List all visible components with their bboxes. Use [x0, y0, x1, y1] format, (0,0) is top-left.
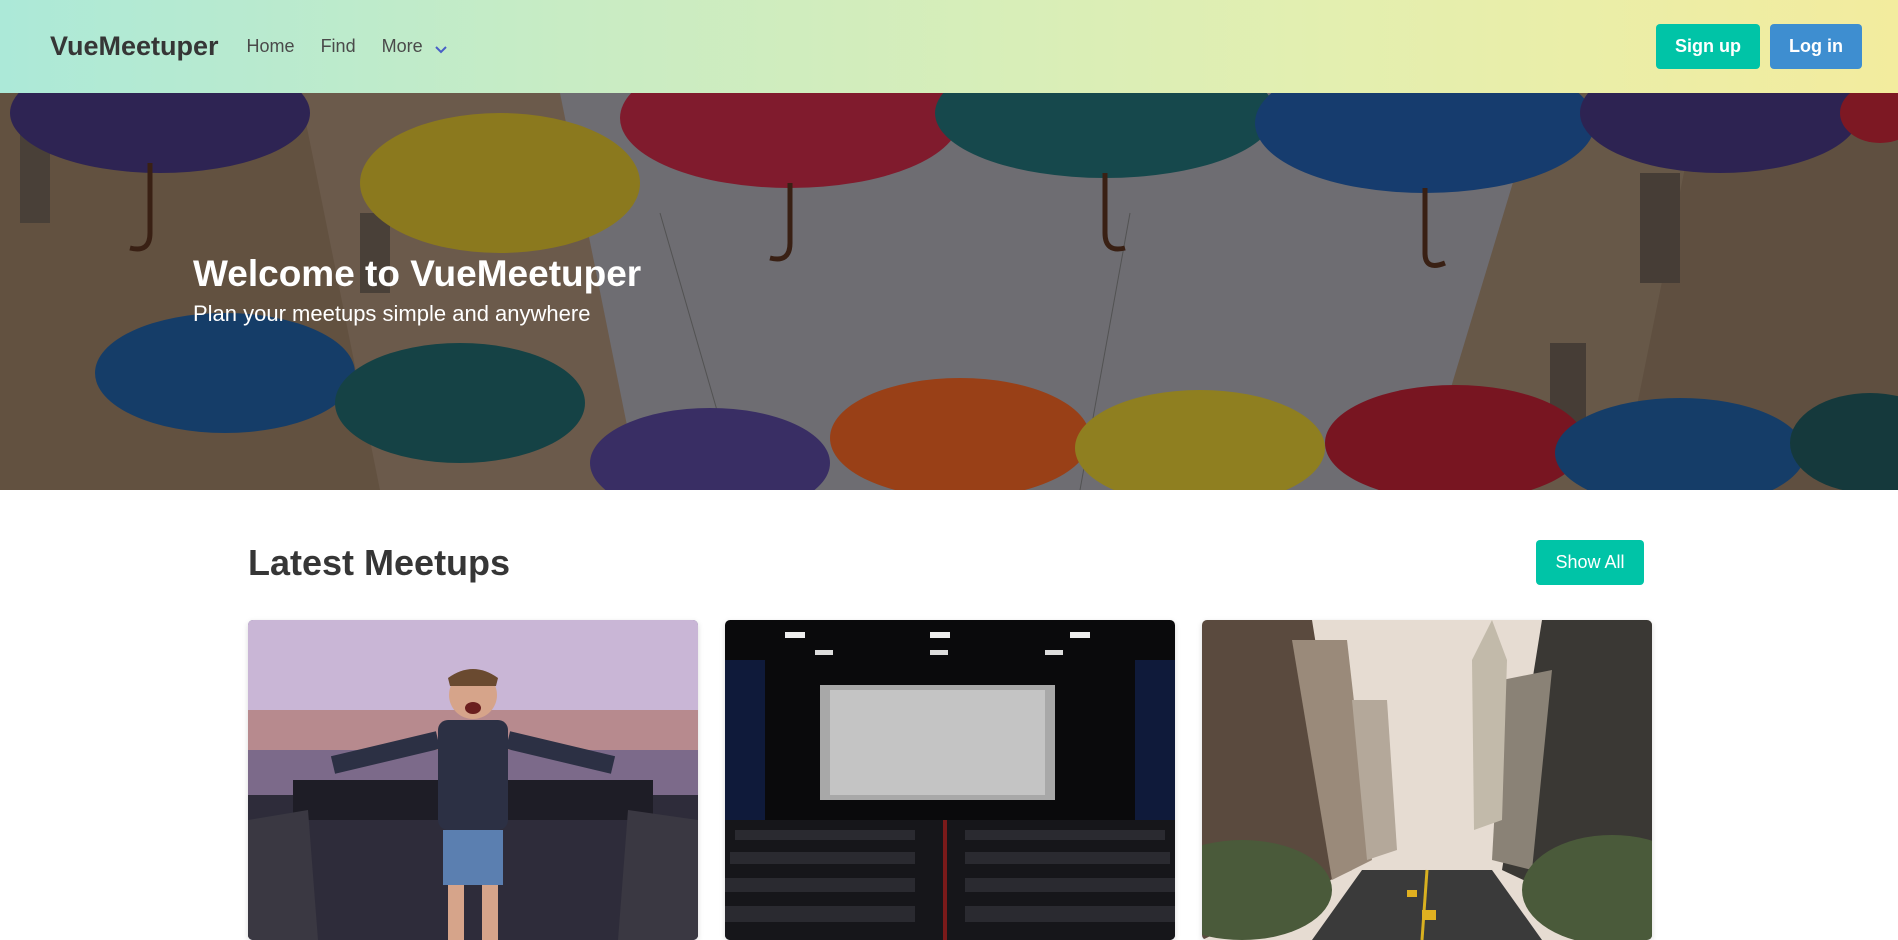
nav-home-link[interactable]: Home	[247, 36, 295, 57]
hero-subtitle: Plan your meetups simple and anywhere	[193, 301, 591, 326]
top-navbar: VueMeetuper Home Find More Sign up Log i…	[0, 0, 1898, 93]
hero-banner: Welcome to VueMeetuper Plan your meetups…	[0, 93, 1898, 490]
meetup-card[interactable]	[248, 620, 698, 940]
latest-meetups-header: Latest Meetups Show All	[248, 540, 1644, 585]
nav-more-label: More	[381, 36, 423, 56]
meetup-card[interactable]	[1202, 620, 1652, 940]
login-button[interactable]: Log in	[1770, 24, 1862, 69]
dj-concert-photo	[248, 620, 698, 940]
signup-button[interactable]: Sign up	[1656, 24, 1760, 69]
brand-logo[interactable]: VueMeetuper	[50, 31, 219, 62]
nav-more-dropdown[interactable]: More	[382, 36, 449, 57]
meetup-cards	[248, 620, 1652, 940]
nav-find-link[interactable]: Find	[321, 36, 356, 57]
hero-title: Welcome to VueMeetuper	[193, 253, 642, 294]
meetup-card[interactable]	[725, 620, 1175, 940]
chevron-down-icon	[434, 45, 447, 53]
city-street-photo	[1202, 620, 1652, 940]
cinema-hall-photo	[725, 620, 1175, 940]
section-title: Latest Meetups	[248, 541, 511, 583]
show-all-button[interactable]: Show All	[1536, 540, 1644, 585]
